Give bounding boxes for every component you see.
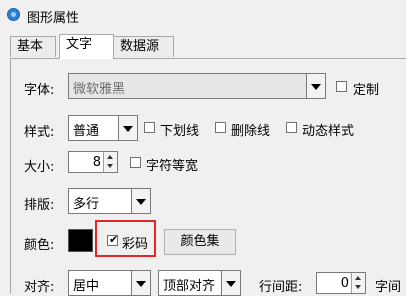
align-label: 对齐: xyxy=(24,280,55,295)
strikethrough-checkbox[interactable] xyxy=(215,122,226,133)
style-label: 样式: xyxy=(24,125,55,140)
tab-basic[interactable]: 基本 xyxy=(10,36,56,57)
tab-strip: 基本 文字 数据源 xyxy=(10,34,406,59)
equal-width-checkbox[interactable] xyxy=(130,157,141,168)
app-icon xyxy=(7,8,20,21)
colorful-code-label: 彩码 xyxy=(122,237,149,252)
color-swatch[interactable] xyxy=(68,229,93,252)
vertical-align-value: 顶部对齐 xyxy=(163,279,216,294)
underline-label: 下划线 xyxy=(160,124,200,139)
style-value: 普通 xyxy=(73,124,100,139)
vertical-align-select[interactable]: 顶部对齐 xyxy=(158,270,241,296)
window-title: 图形属性 xyxy=(27,11,80,26)
font-value: 微软雅黑 xyxy=(73,82,126,97)
text-settings-panel: 字体: 微软雅黑 定制 样式: 普通 下划线 删除线 动态样式 大小: 8 字符… xyxy=(10,58,406,296)
dynamic-style-checkbox[interactable] xyxy=(286,122,297,133)
underline-checkbox[interactable] xyxy=(144,122,155,133)
size-stepper[interactable]: 8 xyxy=(68,151,118,173)
title-bar: 图形属性 xyxy=(0,0,406,30)
tab-text[interactable]: 文字 xyxy=(59,34,114,59)
layout-label: 排版: xyxy=(24,198,55,213)
size-label: 大小: xyxy=(24,160,55,175)
colorful-code-checkbox[interactable]: ✔ xyxy=(107,233,119,246)
chevron-down-icon[interactable] xyxy=(131,271,150,295)
line-spacing-label: 行间距: xyxy=(259,280,303,295)
color-set-button[interactable]: 颜色集 xyxy=(164,229,236,255)
chevron-down-icon[interactable] xyxy=(306,74,325,98)
checkmark-icon: ✔ xyxy=(109,233,119,246)
style-select[interactable]: 普通 xyxy=(68,115,138,141)
font-select[interactable]: 微软雅黑 xyxy=(68,73,326,99)
color-label: 颜色: xyxy=(24,238,55,253)
chevron-down-icon[interactable] xyxy=(221,271,240,295)
font-label: 字体: xyxy=(24,83,55,98)
line-spacing-stepper[interactable]: 0 xyxy=(316,272,366,294)
char-spacing-label: 字间 xyxy=(375,280,402,295)
chevron-down-icon[interactable] xyxy=(118,116,137,140)
align-select[interactable]: 居中 xyxy=(68,270,151,296)
equal-width-label: 字符等宽 xyxy=(146,159,199,174)
layout-select[interactable]: 多行 xyxy=(68,188,151,214)
custom-font-checkbox[interactable] xyxy=(336,81,347,92)
size-value: 8 xyxy=(92,155,101,170)
line-spacing-value: 0 xyxy=(340,276,349,291)
layout-value: 多行 xyxy=(73,197,100,212)
align-value: 居中 xyxy=(73,279,100,294)
chevron-down-icon[interactable] xyxy=(131,189,150,213)
dynamic-style-label: 动态样式 xyxy=(302,124,355,139)
strikethrough-label: 删除线 xyxy=(231,124,271,139)
tab-datasource[interactable]: 数据源 xyxy=(113,36,174,57)
custom-font-label: 定制 xyxy=(353,83,380,98)
